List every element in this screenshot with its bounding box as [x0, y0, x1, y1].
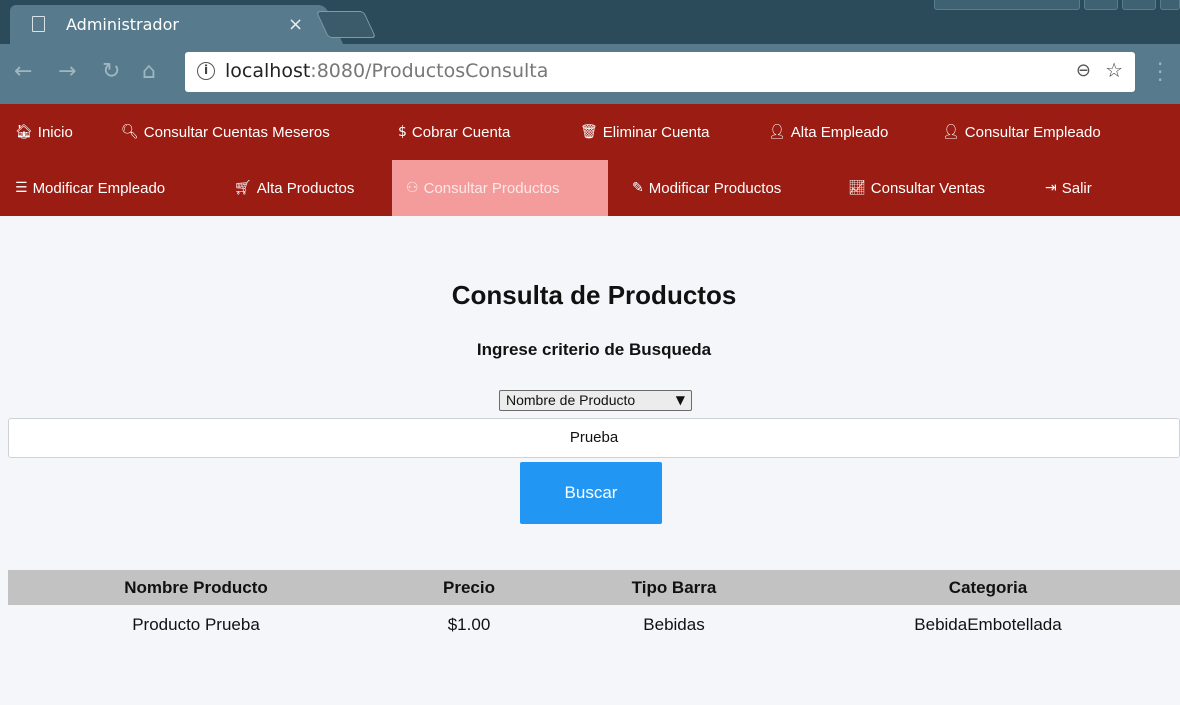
- zoom-icon[interactable]: ⊖: [1076, 60, 1091, 81]
- nav-label: Consultar Cuentas Meseros: [143, 123, 330, 141]
- cell-categoria: BebidaEmbotellada: [914, 615, 1062, 634]
- nav-item-consultar-cuentas-meseros[interactable]: 🔍︎ Consultar Cuentas Meseros: [121, 104, 330, 160]
- nav-label: Alta Empleado: [790, 123, 889, 141]
- star-icon[interactable]: ☆: [1105, 58, 1123, 82]
- nav-item-alta-empleado[interactable]: 👤︎ Alta Empleado: [768, 104, 888, 160]
- table-row: Producto Prueba $1.00 Bebidas BebidaEmbo…: [8, 605, 1180, 645]
- window-control-strip: [934, 0, 1080, 10]
- search-criteria-label: Ingrese criterio de Busqueda: [476, 340, 712, 359]
- user-icon: 👤︎: [942, 124, 960, 140]
- nav-label: Consultar Productos: [423, 179, 560, 197]
- forward-icon[interactable]: →: [58, 58, 76, 86]
- url-host: localhost: [225, 60, 311, 82]
- close-window-button[interactable]: [1160, 0, 1180, 10]
- cell-tipo-barra: Bebidas: [643, 615, 705, 634]
- search-icon: 🔍︎: [121, 124, 139, 140]
- reload-icon[interactable]: ↻: [102, 58, 120, 86]
- chart-icon: 📈︎: [848, 180, 866, 196]
- chevron-down-icon: ▼: [675, 393, 685, 407]
- nav-label: Eliminar Cuenta: [602, 123, 710, 141]
- address-bar[interactable]: i localhost:8080/ProductosConsulta ⊖ ☆: [185, 52, 1135, 92]
- url-text[interactable]: localhost:8080/ProductosConsulta: [225, 60, 548, 82]
- nav-label: Alta Productos: [256, 179, 355, 197]
- main-navbar: 🏠︎ Inicio 🔍︎ Consultar Cuentas Meseros $ Co…: [0, 104, 1180, 216]
- menu-icon[interactable]: · · ·: [1157, 54, 1163, 90]
- nav-item-consultar-ventas[interactable]: 📈︎ Consultar Ventas: [848, 160, 985, 216]
- column-header-nombre: Nombre Producto: [124, 578, 268, 597]
- url-path: :8080/ProductosConsulta: [310, 60, 549, 82]
- column-header-tipo-barra: Tipo Barra: [631, 578, 717, 597]
- exit-icon: ⇥: [1045, 180, 1057, 196]
- cell-precio: $1.00: [447, 615, 491, 634]
- criteria-selected-value: Nombre de Producto: [506, 392, 636, 408]
- back-icon[interactable]: ←: [14, 58, 32, 86]
- tab-title: Administrador: [66, 15, 179, 34]
- pencil-icon: ✎: [632, 180, 644, 196]
- maximize-button[interactable]: [1122, 0, 1156, 10]
- browser-toolbar: ← → ↻ ⌂ i localhost:8080/ProductosConsul…: [0, 44, 1180, 104]
- nav-item-modificar-productos[interactable]: ✎ Modificar Productos: [632, 160, 781, 216]
- page-title: Consulta de Productos: [451, 280, 737, 310]
- cart-icon: 🛒︎: [234, 180, 252, 196]
- nav-item-consultar-empleado[interactable]: 👤︎ Consultar Empleado: [942, 104, 1101, 160]
- nav-item-salir[interactable]: ⇥ Salir: [1045, 160, 1092, 216]
- nav-label: Salir: [1061, 179, 1092, 197]
- browser-titlebar: Administrador ×: [0, 0, 1180, 44]
- nav-item-modificar-empleado[interactable]: ☰ Modificar Empleado: [15, 160, 165, 216]
- nav-item-eliminar-cuenta[interactable]: 🗑︎ Eliminar Cuenta: [580, 104, 710, 160]
- nav-label: Modificar Empleado: [32, 179, 166, 197]
- browser-tab[interactable]: Administrador ×: [10, 5, 320, 44]
- nav-label: Modificar Productos: [648, 179, 782, 197]
- nav-item-consultar-productos[interactable]: ⚇ Consultar Productos: [392, 160, 608, 216]
- criteria-select[interactable]: Nombre de Producto ▼: [499, 390, 692, 411]
- list-icon: ☰: [15, 180, 28, 196]
- window-controls: [934, 0, 1180, 10]
- nav-label: Inicio: [37, 123, 73, 141]
- search-button[interactable]: Buscar: [520, 462, 662, 524]
- tab-close-icon[interactable]: ×: [288, 14, 303, 35]
- dollar-icon: $: [398, 124, 407, 140]
- user-add-icon: 👤︎: [768, 124, 786, 140]
- trash-icon: 🗑︎: [580, 124, 598, 140]
- nav-label: Cobrar Cuenta: [411, 123, 511, 141]
- home-icon: 🏠︎: [15, 124, 33, 140]
- column-header-categoria: Categoria: [948, 578, 1028, 597]
- page-icon: [32, 16, 45, 32]
- nav-label: Consultar Empleado: [964, 123, 1101, 141]
- results-table-header: Nombre Producto Precio Tipo Barra Catego…: [8, 570, 1180, 605]
- home-icon[interactable]: ⌂: [142, 58, 156, 86]
- minimize-button[interactable]: [1084, 0, 1118, 10]
- column-header-precio: Precio: [443, 578, 495, 597]
- search-input[interactable]: Prueba: [8, 418, 1180, 458]
- cell-nombre: Producto Prueba: [132, 615, 260, 634]
- info-icon[interactable]: i: [197, 62, 215, 80]
- nav-label: Consultar Ventas: [870, 179, 986, 197]
- nav-item-cobrar-cuenta[interactable]: $ Cobrar Cuenta: [398, 104, 510, 160]
- binoculars-icon: ⚇: [406, 180, 419, 196]
- nav-item-alta-productos[interactable]: 🛒︎ Alta Productos: [234, 160, 354, 216]
- nav-item-inicio[interactable]: 🏠︎ Inicio: [15, 104, 73, 160]
